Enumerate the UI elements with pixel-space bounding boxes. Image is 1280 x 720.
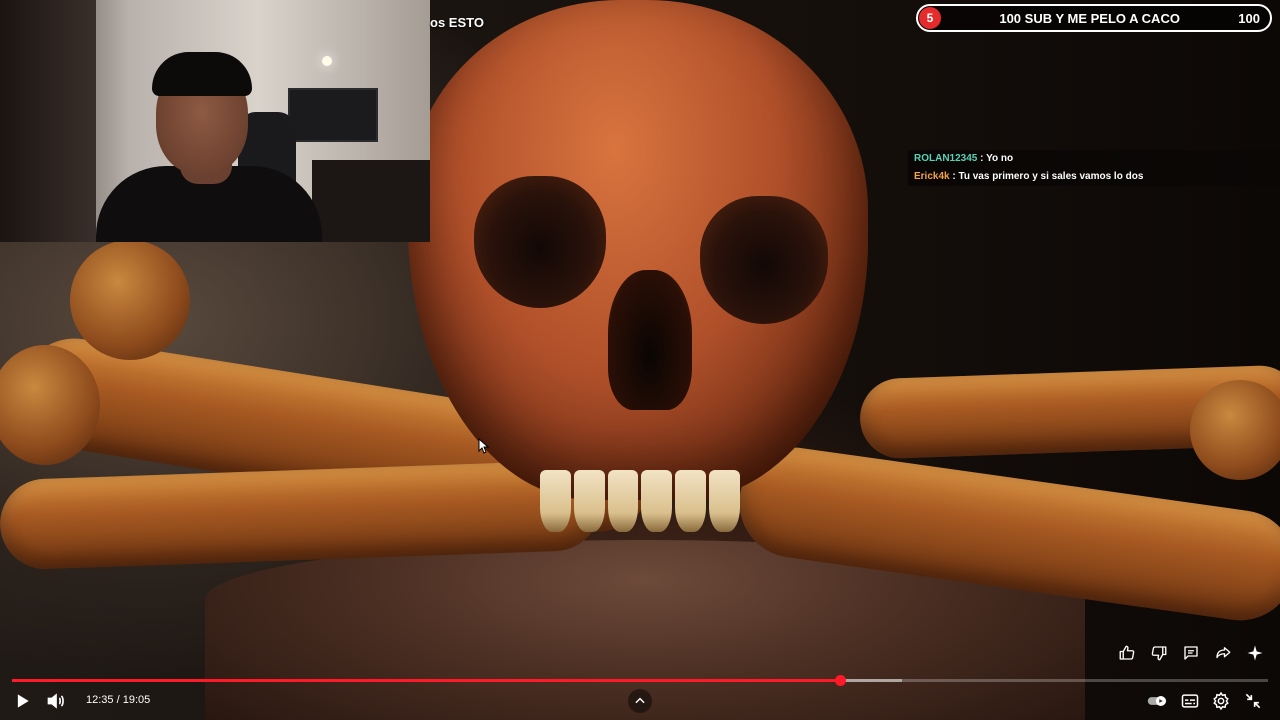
sub-goal-current: 5 xyxy=(919,7,941,29)
settings-icon xyxy=(1213,691,1229,711)
tooth xyxy=(607,470,639,532)
ask-button[interactable] xyxy=(1244,642,1266,664)
chat-text: : Yo no xyxy=(980,153,1014,164)
subtitles-button[interactable] xyxy=(1178,689,1202,713)
video-actions xyxy=(1116,642,1266,664)
webcam-shelf xyxy=(312,160,430,242)
webcam-light xyxy=(322,56,332,66)
chat-message: Erick4k : Tu vas primero y si sales vamo… xyxy=(908,168,1280,186)
chat-text: : Tu vas primero y si sales vamos lo dos xyxy=(952,171,1144,182)
progress-scrubber[interactable] xyxy=(834,675,846,686)
volume-icon xyxy=(47,693,64,709)
chevron-up-icon xyxy=(635,697,645,704)
sub-goal-label: 100 SUB Y ME PELO A CACO xyxy=(999,10,1180,26)
share-icon xyxy=(1216,647,1231,659)
time-current: 12:35 xyxy=(86,694,114,706)
webcam-door xyxy=(0,0,96,242)
chat-username: ROLAN12345 xyxy=(914,153,978,164)
autoplay-toggle[interactable] xyxy=(1144,689,1170,713)
bone-end-right xyxy=(1190,380,1280,480)
player-controls: 12:35 / 19:05 xyxy=(0,686,1280,716)
dislike-button[interactable] xyxy=(1148,642,1170,664)
comments-button[interactable] xyxy=(1180,642,1202,664)
settings-button[interactable] xyxy=(1209,689,1233,713)
play-icon xyxy=(17,694,29,708)
like-button[interactable] xyxy=(1116,642,1138,664)
volume-button[interactable] xyxy=(44,689,68,713)
webcam-overlay xyxy=(0,0,430,242)
webcam-tv xyxy=(288,88,378,142)
chat-overlay: ROLAN12345 : Yo no Erick4k : Tu vas prim… xyxy=(908,150,1280,186)
time-separator: / xyxy=(113,694,123,706)
tooth xyxy=(641,470,673,532)
tooth xyxy=(540,470,571,532)
skull-left-eye xyxy=(474,176,606,308)
play-button[interactable] xyxy=(10,689,34,713)
stream-title: os ESTO xyxy=(430,15,484,30)
time-display: 12:35 / 19:05 xyxy=(86,694,150,706)
like-icon xyxy=(1119,645,1135,660)
mouse-cursor-icon xyxy=(478,438,490,454)
chat-username: Erick4k xyxy=(914,171,950,182)
sparkle-icon xyxy=(1247,645,1263,661)
expand-button[interactable] xyxy=(628,689,652,713)
skull-nose xyxy=(608,270,692,410)
skull-right-eye xyxy=(700,196,828,324)
subtitles-icon xyxy=(1181,694,1199,708)
progress-bar[interactable] xyxy=(12,675,1268,686)
streamer-hair xyxy=(152,52,252,96)
dislike-icon xyxy=(1151,646,1167,661)
bone-end-top xyxy=(70,240,190,360)
exit-fullscreen-button[interactable] xyxy=(1241,689,1265,713)
progress-played xyxy=(12,679,840,682)
exit-fullscreen-icon xyxy=(1245,693,1261,709)
autoplay-toggle-icon xyxy=(1147,696,1167,706)
sub-goal-target: 100 xyxy=(1238,10,1260,26)
skull-teeth xyxy=(540,470,740,532)
tooth xyxy=(573,470,605,532)
tooth xyxy=(709,470,740,532)
sub-goal-bar: 5 100 SUB Y ME PELO A CACO 100 xyxy=(916,4,1272,32)
tooth xyxy=(675,470,707,532)
time-total: 19:05 xyxy=(122,694,151,706)
share-button[interactable] xyxy=(1212,642,1234,664)
chat-message: ROLAN12345 : Yo no xyxy=(908,150,1280,168)
comment-icon xyxy=(1184,646,1198,660)
